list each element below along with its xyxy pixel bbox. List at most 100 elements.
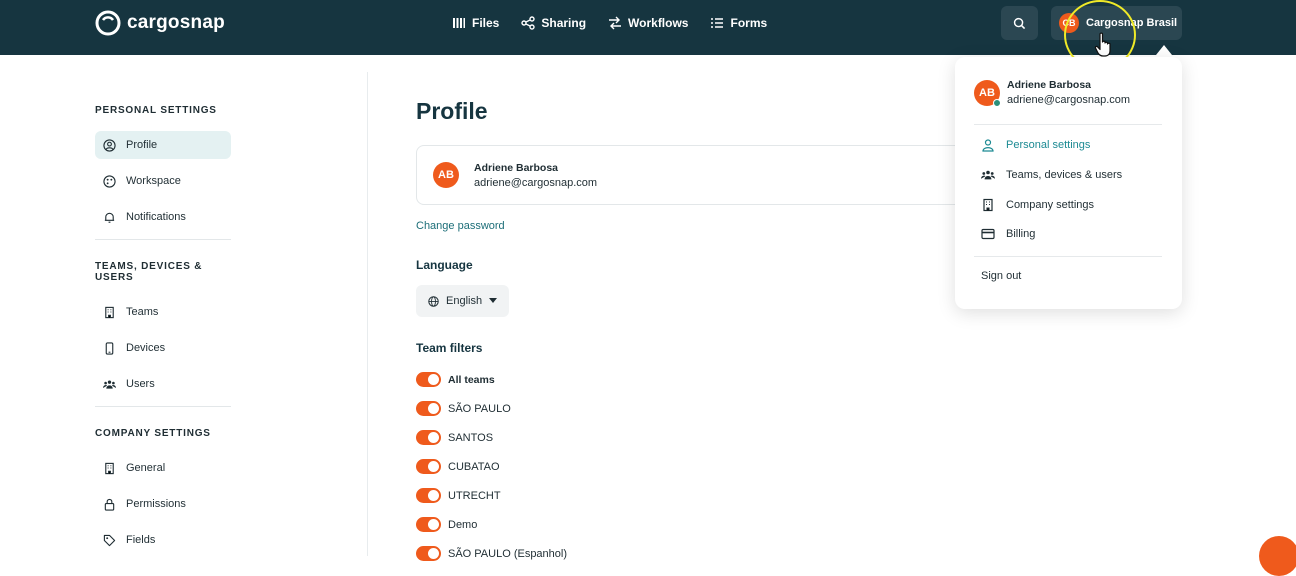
- bell-icon: [104, 212, 115, 223]
- online-status-dot: [993, 98, 1001, 107]
- team-label: All teams: [448, 373, 495, 386]
- account-menu-button[interactable]: CB Cargosnap Brasil: [1051, 6, 1182, 40]
- nav-workflows[interactable]: Workflows: [608, 16, 688, 30]
- sidebar-item-users[interactable]: Users: [95, 370, 231, 398]
- sidebar-item-profile[interactable]: Profile: [95, 131, 231, 159]
- building-icon: [105, 306, 114, 318]
- avatar-initials: AB: [979, 86, 995, 99]
- dropdown-caret: [1156, 45, 1172, 55]
- sidebar-item-label: Profile: [126, 139, 158, 151]
- account-avatar: CB: [1059, 13, 1079, 33]
- sidebar-divider: [95, 239, 231, 240]
- team-filter-row: SANTOS: [416, 423, 976, 452]
- section-personal-settings: PERSONAL SETTINGS: [95, 105, 217, 116]
- dropdown-divider: [974, 256, 1162, 257]
- menu-item-teams-devices-users[interactable]: Teams, devices & users: [981, 168, 1122, 182]
- section-teams-devices-users: TEAMS, DEVICES & USERS: [95, 261, 203, 283]
- section-company-settings: COMPANY SETTINGS: [95, 428, 211, 439]
- sidebar-item-label: Fields: [126, 534, 156, 546]
- team-toggle[interactable]: [416, 546, 441, 561]
- sidebar-item-label: Notifications: [126, 211, 186, 223]
- team-label: CUBATAO: [448, 460, 500, 473]
- menu-item-billing[interactable]: Billing: [981, 227, 1035, 241]
- nav-workflows-label: Workflows: [628, 15, 689, 30]
- team-toggle[interactable]: [416, 401, 441, 416]
- team-filter-row: SÃO PAULO (Espanhol): [416, 539, 976, 568]
- sidebar-item-teams[interactable]: Teams: [95, 298, 231, 326]
- dropdown-divider: [974, 124, 1162, 125]
- chat-launcher-button[interactable]: [1259, 536, 1296, 576]
- team-toggle[interactable]: [416, 459, 441, 474]
- team-toggle[interactable]: [416, 372, 441, 387]
- profile-name: Adriene Barbosa: [474, 161, 559, 174]
- sidebar-item-label: Users: [126, 378, 155, 390]
- sidebar-item-workspace[interactable]: Workspace: [95, 167, 231, 195]
- team-label: UTRECHT: [448, 489, 501, 502]
- sidebar-separator: [367, 72, 368, 556]
- nav-sharing[interactable]: Sharing: [521, 16, 586, 30]
- forms-icon: [711, 17, 724, 28]
- nav-forms[interactable]: Forms: [710, 16, 767, 30]
- sidebar-item-devices[interactable]: Devices: [95, 334, 231, 362]
- team-toggle[interactable]: [416, 517, 441, 532]
- users-icon: [981, 170, 995, 180]
- team-label: Demo: [448, 518, 478, 531]
- brand-logo[interactable]: cargosnap: [95, 10, 225, 36]
- nav-forms-label: Forms: [730, 15, 768, 30]
- files-icon: [453, 17, 465, 28]
- sidebar-divider: [95, 406, 231, 407]
- team-filter-row: Demo: [416, 510, 976, 539]
- profile-card: AB Adriene Barbosa adriene@cargosnap.com: [416, 145, 1016, 205]
- dropdown-user: AB Adriene Barbosa adriene@cargosnap.com: [974, 79, 1130, 107]
- page-title: Profile: [416, 98, 488, 124]
- search-icon: [1013, 17, 1026, 29]
- search-button[interactable]: [1001, 6, 1038, 40]
- change-password-link[interactable]: Change password: [416, 220, 976, 232]
- team-filter-row: All teams: [416, 365, 976, 394]
- nav-sharing-label: Sharing: [541, 15, 587, 30]
- chevron-down-icon: [489, 298, 498, 303]
- account-dropdown: AB Adriene Barbosa adriene@cargosnap.com…: [955, 57, 1182, 309]
- sidebar-item-label: Teams: [126, 306, 159, 318]
- team-filter-list: All teams SÃO PAULO SANTOS CUBATAO UTREC…: [416, 365, 976, 568]
- team-label: SANTOS: [448, 431, 494, 444]
- sidebar-item-permissions[interactable]: Permissions: [95, 490, 231, 518]
- logo-mark-icon: [95, 10, 121, 36]
- dropdown-user-name: Adriene Barbosa: [1007, 79, 1092, 91]
- building-icon: [105, 462, 114, 474]
- main-nav: Files Sharing Workflows Forms: [452, 0, 767, 45]
- avatar: AB: [974, 79, 1001, 107]
- team-toggle[interactable]: [416, 488, 441, 503]
- account-label: Cargosnap Brasil: [1086, 17, 1178, 29]
- credit-card-icon: [981, 228, 995, 240]
- team-label: SÃO PAULO (Espanhol): [448, 547, 568, 560]
- sidebar-item-label: General: [126, 462, 166, 474]
- sidebar-item-general[interactable]: General: [95, 454, 231, 482]
- brand-name: cargosnap: [127, 12, 225, 33]
- nav-files[interactable]: Files: [452, 16, 499, 30]
- nav-files-label: Files: [472, 15, 500, 30]
- team-filter-row: CUBATAO: [416, 452, 976, 481]
- globe-icon: [428, 295, 439, 307]
- workflow-icon: [609, 16, 622, 29]
- user-icon: [982, 139, 994, 152]
- sidebar-item-fields[interactable]: Fields: [95, 526, 231, 554]
- team-toggle[interactable]: [416, 430, 441, 445]
- building-icon: [983, 198, 993, 212]
- lock-icon: [104, 498, 115, 511]
- sidebar-item-notifications[interactable]: Notifications: [95, 203, 231, 231]
- share-icon: [521, 15, 536, 30]
- sign-out-button[interactable]: Sign out: [981, 270, 1021, 282]
- sign-out-label: Sign out: [981, 270, 1022, 282]
- team-filters-label: Team filters: [416, 341, 483, 355]
- menu-item-label: Personal settings: [1006, 139, 1091, 151]
- language-select[interactable]: English: [416, 285, 510, 317]
- menu-item-personal-settings[interactable]: Personal settings: [981, 138, 1090, 152]
- settings-sidebar: PERSONAL SETTINGS Profile Workspace Noti…: [95, 90, 231, 562]
- phone-icon: [105, 341, 114, 355]
- sidebar-item-label: Devices: [126, 342, 166, 354]
- menu-item-company-settings[interactable]: Company settings: [981, 198, 1094, 212]
- sidebar-item-label: Workspace: [126, 175, 181, 187]
- hand-cursor-icon: [1094, 32, 1111, 57]
- team-label: SÃO PAULO: [448, 402, 511, 415]
